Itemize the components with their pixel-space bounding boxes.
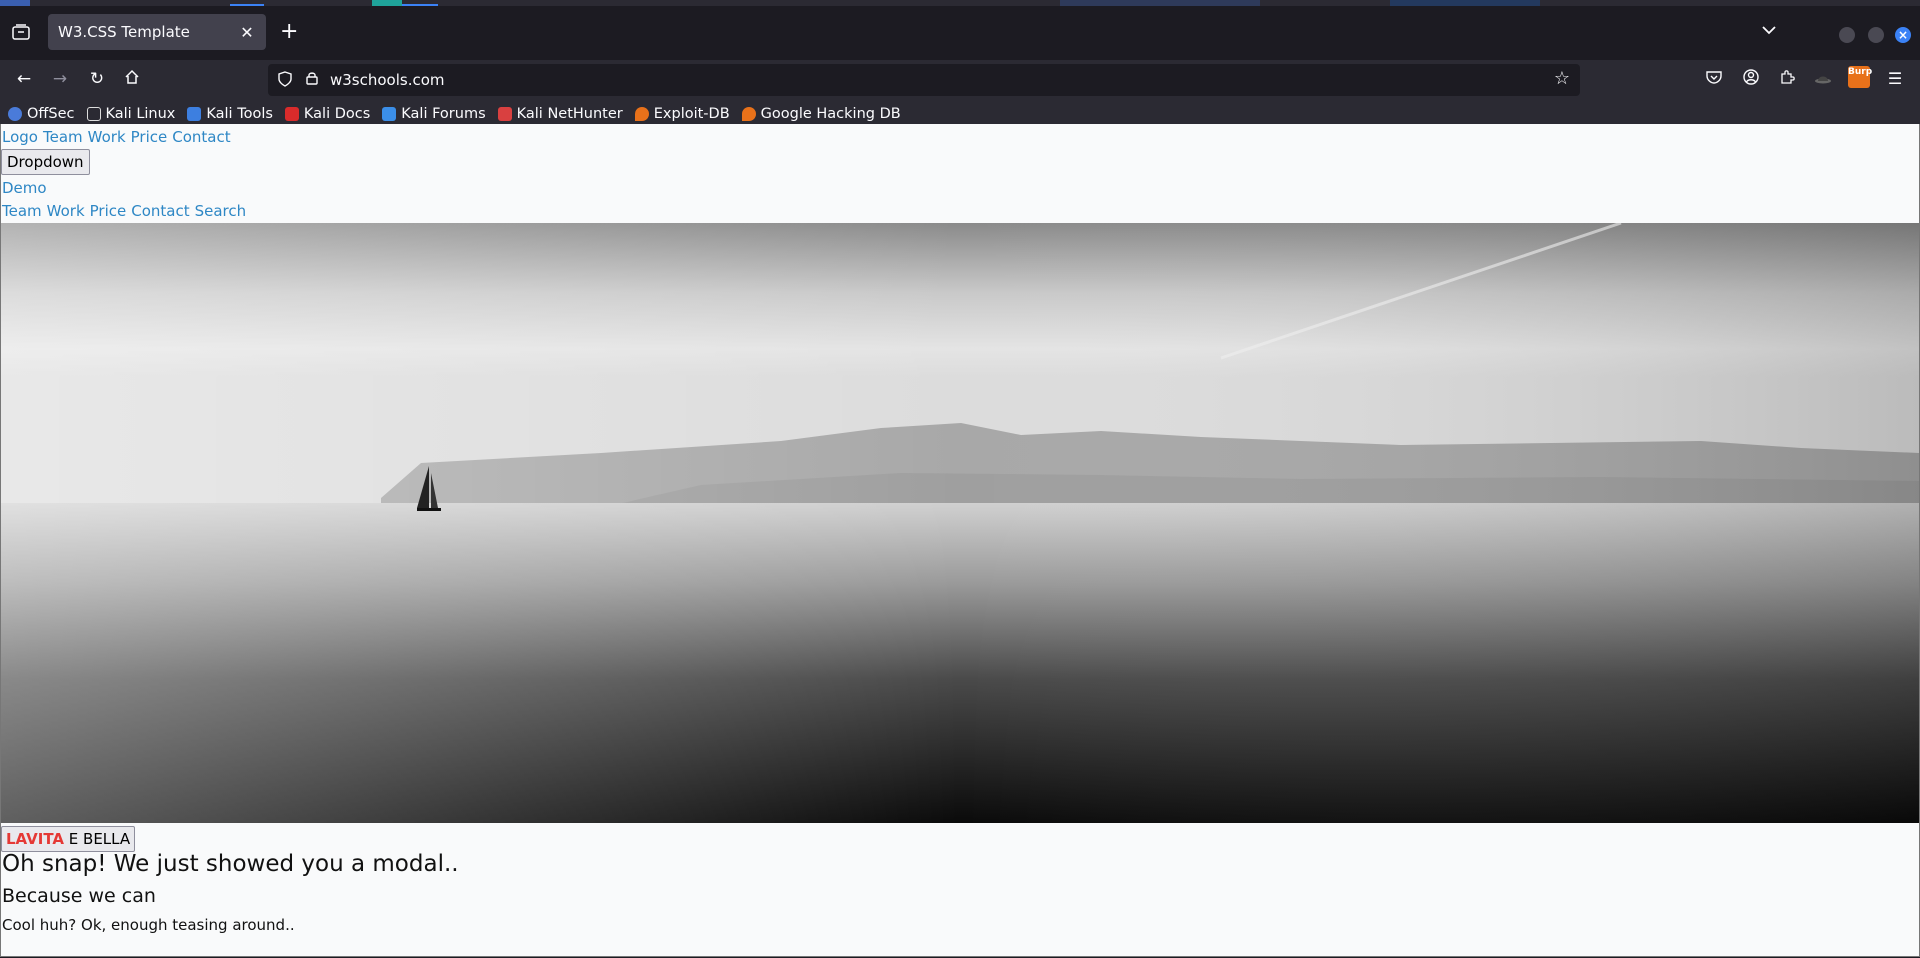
hamburger-menu-icon[interactable]: ☰ xyxy=(1884,69,1906,88)
mobile-nav-link-team[interactable]: Team xyxy=(2,202,42,220)
lock-icon[interactable] xyxy=(306,71,318,89)
pocket-icon[interactable] xyxy=(1703,69,1725,88)
extensions-icon[interactable] xyxy=(1776,69,1798,89)
maximize-window-icon[interactable] xyxy=(1868,27,1884,43)
mobile-nav-link-work[interactable]: Work xyxy=(47,202,85,220)
hat-extension-icon[interactable] xyxy=(1812,69,1834,88)
bookmark-star-icon[interactable]: ☆ xyxy=(1554,68,1570,89)
navigation-toolbar: ← → ↻ w3schools.com ☆ Burp ☰ xyxy=(0,60,1920,100)
url-text[interactable]: w3schools.com xyxy=(330,71,445,89)
bookmark-kali-forums[interactable]: Kali Forums xyxy=(382,106,486,122)
bookmark-kali-docs[interactable]: Kali Docs xyxy=(284,106,370,122)
burp-extension-icon[interactable]: Burp xyxy=(1848,66,1872,88)
active-tab[interactable]: W3.CSS Template ✕ xyxy=(48,14,266,50)
close-window-icon[interactable]: × xyxy=(1895,27,1911,43)
bookmark-offsec[interactable]: OffSec xyxy=(8,106,75,122)
top-nav-links: Logo Team Work Price Contact xyxy=(2,128,236,146)
home-icon[interactable] xyxy=(121,69,143,90)
demo-link[interactable]: Demo xyxy=(2,179,47,197)
mobile-nav-link-contact[interactable]: Contact xyxy=(131,202,189,220)
modal-paragraph: Cool huh? Ok, enough teasing around.. xyxy=(2,916,295,934)
tab-close-icon[interactable]: ✕ xyxy=(238,23,256,42)
minimize-window-icon[interactable] xyxy=(1839,27,1855,43)
nav-link-logo[interactable]: Logo xyxy=(2,128,38,146)
nethunter-icon xyxy=(497,107,512,121)
kali-forums-icon xyxy=(382,107,397,121)
nav-link-price[interactable]: Price xyxy=(131,128,168,146)
tab-title: W3.CSS Template xyxy=(58,23,190,41)
url-bar[interactable]: w3schools.com ☆ xyxy=(268,64,1580,96)
kali-tools-icon xyxy=(187,107,202,121)
forward-arrow-icon[interactable]: → xyxy=(49,69,71,89)
exploitdb-icon xyxy=(634,107,649,121)
demo-link-row: Demo xyxy=(2,179,52,197)
mobile-nav-link-search[interactable]: Search xyxy=(195,202,247,220)
nav-link-team[interactable]: Team xyxy=(43,128,83,146)
mobile-nav-link-price[interactable]: Price xyxy=(90,202,127,220)
kali-dragon-icon xyxy=(86,107,101,121)
kali-docs-icon xyxy=(284,107,299,121)
account-icon[interactable] xyxy=(1740,69,1762,89)
web-page-content: Logo Team Work Price Contact Dropdown Demo T… xyxy=(0,124,1920,957)
mobile-nav-links: Team Work Price Contact Search xyxy=(2,202,251,220)
lavita-modal-button[interactable]: LAVITA E BELLA xyxy=(1,826,136,852)
reload-icon[interactable]: ↻ xyxy=(86,69,108,89)
list-tabs-chevron-icon[interactable] xyxy=(1762,23,1776,39)
bookmark-exploit-db[interactable]: Exploit-DB xyxy=(634,106,730,122)
new-tab-icon[interactable]: + xyxy=(280,21,298,43)
nav-link-work[interactable]: Work xyxy=(88,128,126,146)
tab-bar: W3.CSS Template ✕ + × xyxy=(0,6,1920,60)
bookmark-kali-linux[interactable]: Kali Linux xyxy=(86,106,175,122)
offsec-icon xyxy=(8,107,22,121)
nav-link-contact[interactable]: Contact xyxy=(172,128,230,146)
tracking-protection-shield-icon[interactable] xyxy=(278,71,292,87)
ghdb-icon xyxy=(741,107,756,121)
bookmark-google-hacking-db[interactable]: Google Hacking DB xyxy=(741,106,901,122)
modal-subheading: Because we can xyxy=(2,885,156,907)
modal-heading: Oh snap! We just showed you a modal.. xyxy=(2,851,459,877)
back-arrow-icon[interactable]: ← xyxy=(13,69,35,89)
tab-overview-icon[interactable] xyxy=(8,19,34,45)
hero-sea-image xyxy=(1,223,1919,823)
bookmark-kali-nethunter[interactable]: Kali NetHunter xyxy=(497,106,623,122)
dropdown-button[interactable]: Dropdown xyxy=(1,149,90,175)
bookmark-kali-tools[interactable]: Kali Tools xyxy=(187,106,273,122)
